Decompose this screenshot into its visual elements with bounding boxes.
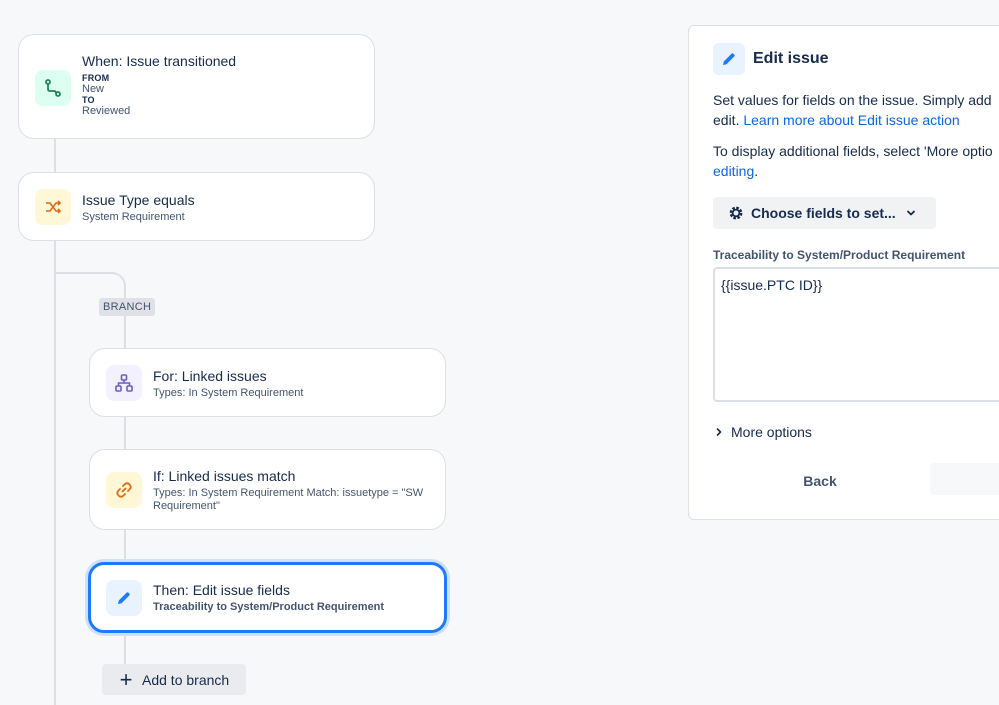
trigger-from-label: FROM xyxy=(82,73,110,83)
branch-then-card[interactable]: Then: Edit issue fields Traceability to … xyxy=(88,562,447,633)
trigger-card[interactable]: When: Issue transitioned FROM New TO Rev… xyxy=(18,34,375,139)
display-note-line1: To display additional fields, select 'Mo… xyxy=(713,143,993,159)
chevron-right-icon xyxy=(715,427,723,437)
branch-for-card[interactable]: For: Linked issues Types: In System Requ… xyxy=(89,348,446,417)
transition-icon xyxy=(35,70,71,106)
branch-then-subtitle: Traceability to System/Product Requireme… xyxy=(153,601,385,613)
panel-display-note: To display additional fields, select 'Mo… xyxy=(713,141,993,181)
next-button[interactable] xyxy=(930,463,999,495)
add-to-branch-button[interactable]: + Add to branch xyxy=(102,664,246,695)
branch-for-subtitle: Types: In System Requirement xyxy=(153,387,304,399)
condition-card[interactable]: Issue Type equals System Requirement xyxy=(18,172,375,241)
panel-description-line1: Set values for fields on the issue. Simp… xyxy=(713,92,992,108)
editing-link[interactable]: editing xyxy=(713,163,754,179)
trigger-to-value: Reviewed xyxy=(82,105,131,117)
traceability-field-label: Traceability to System/Product Requireme… xyxy=(713,248,966,262)
panel-title: Edit issue xyxy=(753,50,829,67)
trigger-to-label: TO xyxy=(82,95,95,105)
add-to-branch-label: Add to branch xyxy=(142,671,230,688)
display-note-suffix: . xyxy=(754,163,759,179)
condition-subtitle: System Requirement xyxy=(82,211,185,223)
panel-description: Set values for fields on the issue. Simp… xyxy=(713,90,992,130)
chevron-down-icon xyxy=(906,208,916,218)
branch-if-subtitle: Types: In System Requirement Match: issu… xyxy=(153,487,424,512)
plus-icon: + xyxy=(119,666,133,692)
shuffle-icon xyxy=(35,189,71,225)
gear-icon xyxy=(727,204,745,222)
trigger-from-value: New xyxy=(82,83,105,95)
learn-more-link[interactable]: Learn more about Edit issue action xyxy=(743,112,959,128)
choose-fields-button[interactable]: Choose fields to set... xyxy=(713,197,936,229)
hierarchy-icon xyxy=(106,365,142,401)
branch-tag: BRANCH xyxy=(99,298,156,316)
trigger-title: When: Issue transitioned xyxy=(82,53,237,69)
branch-then-title: Then: Edit issue fields xyxy=(153,582,290,598)
branch-if-title: If: Linked issues match xyxy=(153,468,296,484)
more-options-toggle[interactable]: More options xyxy=(715,424,812,440)
traceability-field-input[interactable]: {{issue.PTC ID}} xyxy=(713,267,999,402)
branch-connector-curve xyxy=(54,272,126,296)
choose-fields-label: Choose fields to set... xyxy=(751,205,896,221)
link-icon xyxy=(106,472,142,508)
pencil-icon xyxy=(713,43,745,75)
panel-description-line2: edit. xyxy=(713,112,740,128)
edit-issue-panel: Edit issue Set values for fields on the … xyxy=(688,25,999,520)
branch-for-title: For: Linked issues xyxy=(153,368,267,384)
condition-title: Issue Type equals xyxy=(82,192,195,208)
pencil-icon xyxy=(106,580,142,616)
back-button[interactable]: Back xyxy=(769,469,871,493)
more-options-label: More options xyxy=(731,424,812,440)
branch-if-card[interactable]: If: Linked issues match Types: In System… xyxy=(89,449,446,530)
